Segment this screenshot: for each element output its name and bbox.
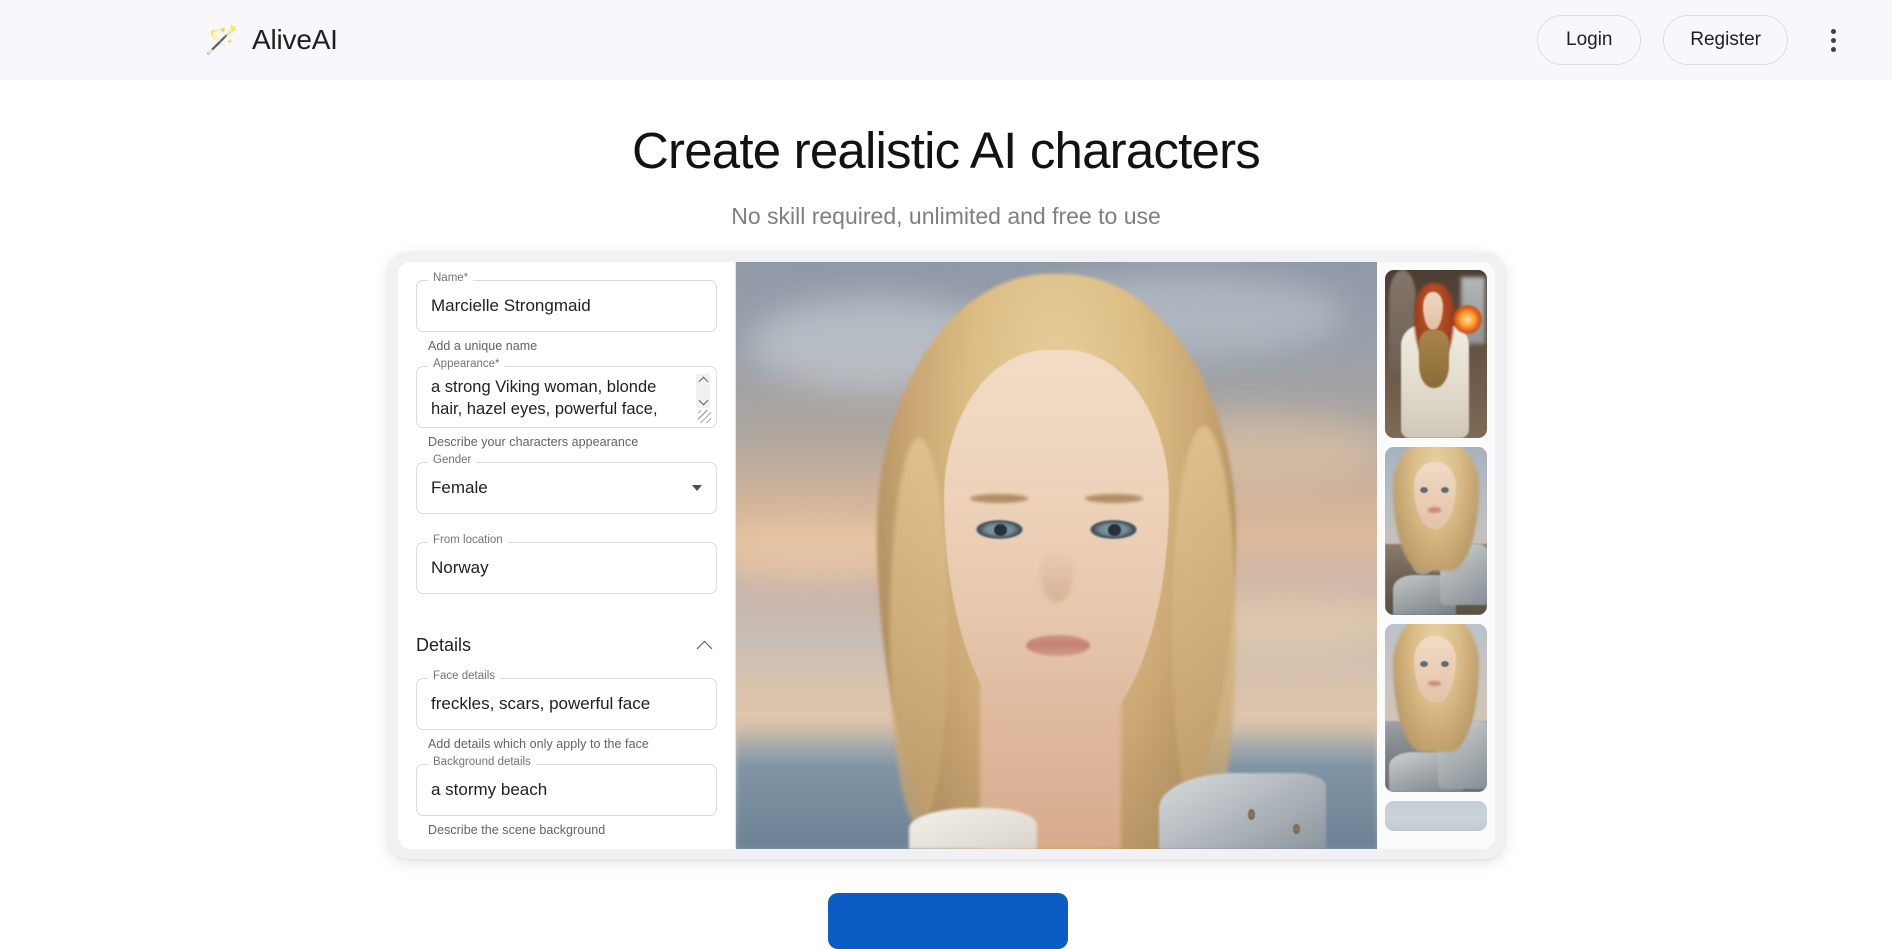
field-face-details: Face details freckles, scars, powerful f… [416,670,717,730]
preview-image[interactable] [736,262,1377,849]
name-label: Name* [428,272,474,285]
eye [1419,660,1428,667]
thumbnail-rail[interactable] [1377,262,1495,849]
kebab-menu-icon[interactable] [1814,18,1852,62]
field-location: From location Norway [416,534,717,594]
app-header: 🪄 AliveAI Login Register [0,0,1892,80]
name-value: Marcielle Strongmaid [431,295,591,315]
field-name: Name* Marcielle Strongmaid [416,272,717,332]
brand-logo[interactable]: 🪄 AliveAI [205,23,338,57]
gold-corset [1418,330,1450,388]
background-details-value: a stormy beach [431,779,548,799]
details-title: Details [416,634,472,655]
lips [1025,634,1090,656]
location-label: From location [428,534,508,547]
kebab-dot [1830,37,1836,43]
chevron-up-icon[interactable] [697,640,713,650]
location-input[interactable]: From location Norway [416,534,717,594]
shoulder-armor [1159,772,1326,849]
cloth-shoulder [909,807,1038,849]
field-background-details: Background details a stormy beach [416,756,717,816]
thumb-background [1385,801,1487,831]
appearance-label: Appearance* [428,358,505,371]
background-details-helper-text: Describe the scene background [428,823,606,837]
page-subtitle: No skill required, unlimited and free to… [731,202,1161,229]
thumbnail-item[interactable] [1385,270,1487,438]
generate-button[interactable] [828,893,1068,949]
name-helper-text: Add a unique name [428,339,538,353]
thumbnail-item[interactable] [1385,801,1487,831]
field-gender: Gender Female [416,454,717,514]
name-input[interactable]: Name* Marcielle Strongmaid [416,272,717,332]
background-details-input[interactable]: Background details a stormy beach [416,756,717,816]
magic-wand-icon: 🪄 [205,24,239,55]
brand-name: AliveAI [252,24,338,55]
appearance-value: a strong Viking woman, blonde hair, haze… [431,378,658,419]
face-details-label: Face details [428,670,501,683]
appearance-helper-text: Describe your characters appearance [428,435,639,449]
gender-value: Female [431,477,488,497]
armor-rivet [1248,809,1256,820]
eye [1441,660,1450,667]
preview-canvas [736,262,1377,849]
chevron-down-icon[interactable] [699,398,708,405]
pupil [993,523,1008,537]
kebab-dot [1830,28,1836,34]
gender-label: Gender [428,454,477,467]
character-form: Name* Marcielle Strongmaid Add a unique … [398,262,736,849]
register-button[interactable]: Register [1663,15,1788,65]
field-appearance: Appearance* a strong Viking woman, blond… [416,358,717,428]
textarea-resize-handle[interactable] [698,410,711,423]
lips [1427,507,1442,513]
gender-select[interactable]: Gender Female [416,454,717,514]
portrait-subject [736,262,1377,849]
card-inner: Name* Marcielle Strongmaid Add a unique … [398,262,1495,849]
hero-section: Create realistic AI characters No skill … [0,80,1892,230]
kebab-dot [1830,46,1836,52]
header-actions: Login Register [1537,15,1852,65]
character-builder-card: Name* Marcielle Strongmaid Add a unique … [388,252,1505,859]
eye [1419,487,1428,494]
thumbnail-item[interactable] [1385,624,1487,792]
page-title: Create realistic AI characters [632,122,1261,179]
thumbnail-item[interactable] [1385,447,1487,615]
glowing-orb [1453,305,1482,334]
login-button[interactable]: Login [1537,15,1642,65]
face-details-input[interactable]: Face details freckles, scars, powerful f… [416,670,717,730]
face-details-value: freckles, scars, powerful face [431,693,651,713]
background-details-label: Background details [428,756,536,769]
details-accordion-header[interactable]: Details [416,622,717,668]
location-value: Norway [431,557,489,577]
form-spacer [416,596,717,622]
face-details-helper-text: Add details which only apply to the face [428,737,649,751]
textarea-scrollbar[interactable] [696,374,710,408]
dropdown-arrow-icon[interactable] [692,485,702,491]
chevron-up-icon[interactable] [699,377,708,384]
hair-strand [889,438,948,826]
appearance-textarea[interactable]: Appearance* a strong Viking woman, blond… [416,358,717,428]
